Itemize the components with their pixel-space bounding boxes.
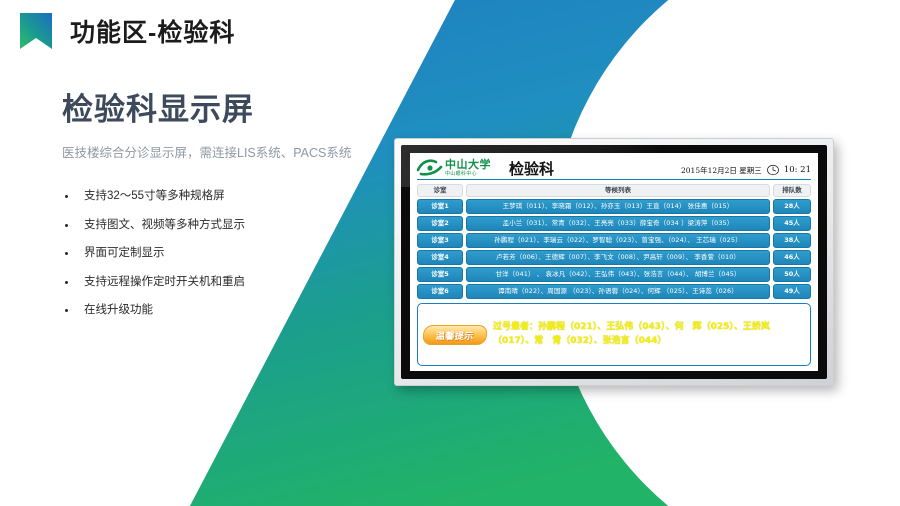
bullet-label: 支持32～55寸等多种规格屏 [84, 190, 225, 203]
room-label: 诊室4 [417, 250, 463, 265]
left-content-column: 检验科显示屏 医技楼综合分诊显示屏，需连接LIS系统、PACS系统 支持32～5… [62, 92, 382, 334]
list-item: 支持远程操作定时开关机和重启 [62, 275, 382, 289]
hospital-logo: 中山大学 中山眼科中心 [417, 159, 491, 177]
slide-header: 功能区-检验科 [0, 0, 235, 62]
clock-icon [766, 164, 779, 176]
notice-text: 过号患者：孙鹏程（021）、王弘伟（043）、何 辉（025）、王娇岚（017）… [493, 322, 770, 346]
current-date: 2015年12月2日 星期三 [681, 165, 762, 175]
bullet-dot-icon [65, 309, 68, 313]
feature-bullet-list: 支持32～55寸等多种规格屏 支持图文、视频等多种方式显示 界面可定制显示 支持… [62, 191, 382, 317]
slide-canvas: 功能区-检验科 检验科显示屏 医技楼综合分诊显示屏，需连接LIS系统、PACS系… [0, 0, 900, 506]
current-time: 10: 21 [783, 165, 811, 175]
hospital-name: 中山大学 [445, 158, 491, 171]
room-label: 诊室3 [417, 233, 463, 248]
bullet-label: 界面可定制显示 [84, 247, 165, 260]
queue-table: 诊室 等候列表 排队数 诊室1 王梦琪（011）、李晓霜（012）、孙亦玉（01… [417, 184, 811, 299]
bullet-label: 支持远程操作定时开关机和重启 [84, 275, 245, 288]
bullet-label: 在线升级功能 [84, 304, 153, 317]
page-subtitle: 医技楼综合分诊显示屏，需连接LIS系统、PACS系统 [62, 145, 352, 160]
waiting-list: 孟小兰（031）、常青（032）、王亮亮（033）薛宝奇（034 ）梁涛萍（03… [466, 216, 770, 231]
hospital-subname: 中山眼科中心 [445, 171, 477, 177]
bullet-dot-icon [65, 280, 68, 284]
display-screen: 中山大学 中山眼科中心 检验科 2015年12月2日 星期三 10: 21 诊室… [410, 153, 818, 371]
list-item: 界面可定制显示 [62, 248, 382, 260]
list-item: 支持32～55寸等多种规格屏 [62, 191, 382, 203]
waiting-list: 卢若芳（006）、王德辉（007）、李飞文（008）、尹高轩（009）、 李香萱… [466, 250, 770, 265]
department-title: 检验科 [509, 160, 555, 178]
bullet-label: 支持图文、视频等多种方式显示 [84, 218, 245, 231]
display-header: 中山大学 中山眼科中心 检验科 2015年12月2日 星期三 10: 21 [417, 159, 811, 180]
header-title: 功能区-检验科 [70, 19, 236, 47]
room-label: 诊室5 [417, 267, 463, 282]
datetime-group: 2015年12月2日 星期三 10: 21 [681, 164, 811, 177]
table-row: 诊室6 谭南晴（022）、周国源 （023）、孙语蓉（024）、何辉 （025）… [417, 284, 811, 299]
waiting-list: 孙鹏程（021）、李瑞云（022）、罗智聪（023）、曾宝强、（024）、 王芯… [466, 233, 770, 248]
bullet-dot-icon [65, 195, 68, 199]
table-row: 诊室5 甘洋（041） 、 袁冰凡（042）、王弘伟（043）、张浩言（044）… [417, 267, 811, 282]
column-header-count: 排队数 [773, 184, 811, 197]
page-title: 检验科显示屏 [62, 92, 254, 127]
queue-count: 49人 [773, 284, 811, 299]
hospital-logo-text: 中山大学 中山眼科中心 [445, 159, 491, 177]
notice-banner: 温馨提示 过号患者：孙鹏程（021）、王弘伟（043）、何 辉（025）、王娇岚… [417, 303, 811, 366]
room-label: 诊室6 [417, 284, 463, 299]
room-label: 诊室2 [417, 216, 463, 231]
room-label: 诊室1 [417, 199, 463, 214]
monitor-mockup: 中山大学 中山眼科中心 检验科 2015年12月2日 星期三 10: 21 诊室… [394, 138, 834, 386]
queue-count: 38人 [773, 233, 811, 248]
waiting-list: 谭南晴（022）、周国源 （023）、孙语蓉（024）、何辉 （025）、王诗蕊… [466, 284, 770, 299]
queue-count: 28人 [773, 199, 811, 214]
notice-badge: 温馨提示 [421, 324, 489, 345]
table-row: 诊室3 孙鹏程（021）、李瑞云（022）、罗智聪（023）、曾宝强、（024）… [417, 233, 811, 248]
queue-count: 50人 [773, 267, 811, 282]
table-row: 诊室1 王梦琪（011）、李晓霜（012）、孙亦玉（013）王直（014） 张佳… [417, 199, 811, 214]
table-header-row: 诊室 等候列表 排队数 [417, 184, 811, 197]
monitor-bezel: 中山大学 中山眼科中心 检验科 2015年12月2日 星期三 10: 21 诊室… [401, 145, 827, 379]
column-header-room: 诊室 [417, 184, 463, 197]
bullet-dot-icon [65, 252, 68, 256]
queue-count: 46人 [773, 250, 811, 265]
column-header-waiting: 等候列表 [466, 184, 770, 197]
waiting-list: 王梦琪（011）、李晓霜（012）、孙亦玉（013）王直（014） 张佳惠（01… [466, 199, 770, 214]
notice-badge-label: 温馨提示 [435, 331, 475, 341]
list-item: 在线升级功能 [62, 305, 382, 317]
eye-logo-icon [417, 159, 443, 176]
table-row: 诊室4 卢若芳（006）、王德辉（007）、李飞文（008）、尹高轩（009）、… [417, 250, 811, 265]
waiting-list: 甘洋（041） 、 袁冰凡（042）、王弘伟（043）、张浩言（044）、 胡博… [466, 267, 770, 282]
bullet-dot-icon [65, 223, 68, 227]
queue-count: 45人 [773, 216, 811, 231]
table-row: 诊室2 孟小兰（031）、常青（032）、王亮亮（033）薛宝奇（034 ）梁涛… [417, 216, 811, 231]
list-item: 支持图文、视频等多种方式显示 [62, 218, 382, 232]
bookmark-ribbon-icon [20, 13, 52, 49]
